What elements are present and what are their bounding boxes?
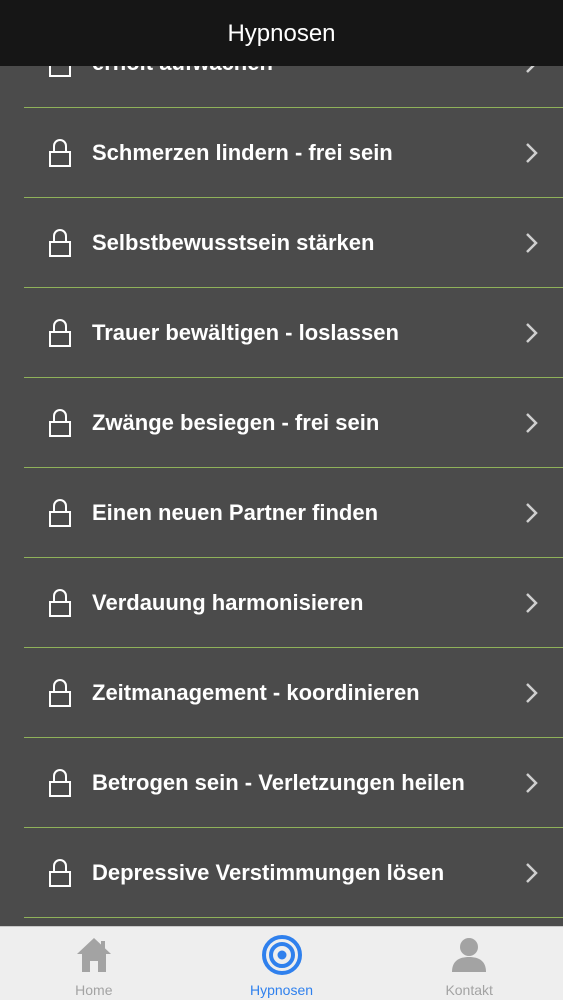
list-item-label: Trauer bewältigen - loslassen	[92, 319, 399, 345]
lock-icon	[49, 589, 71, 617]
lock-icon	[49, 679, 71, 707]
list-item[interactable]: Zeitmanagement - koordinieren	[0, 648, 563, 738]
lock-icon	[49, 499, 71, 527]
screen: erholt aufwachen Schmerzen lindern - fre…	[0, 0, 563, 1000]
lock-icon	[49, 769, 71, 797]
list-item[interactable]: Depressive Verstimmungen lösen	[0, 828, 563, 918]
chevron-right-icon	[526, 323, 538, 343]
hypnosis-list[interactable]: erholt aufwachen Schmerzen lindern - fre…	[0, 0, 563, 926]
list-item[interactable]: Einen neuen Partner finden	[0, 468, 563, 558]
chevron-right-icon	[526, 773, 538, 793]
tab-kontakt[interactable]: Kontakt	[375, 927, 563, 1000]
tab-home[interactable]: Home	[0, 927, 188, 1000]
home-icon	[76, 938, 111, 972]
lock-icon	[49, 409, 71, 437]
list-item[interactable]: Betrogen sein - Verletzungen heilen	[0, 738, 563, 828]
list-item-label: Zwänge besiegen - frei sein	[92, 409, 380, 435]
list-item[interactable]: Zwänge besiegen - frei sein	[0, 378, 563, 468]
lock-icon	[49, 859, 71, 887]
tab-hypnosen-label: Hypnosen	[249, 982, 314, 998]
list-item[interactable]: Verdauung harmonisieren	[0, 558, 563, 648]
list-item-label: Depressive Verstimmungen lösen	[92, 859, 445, 885]
navigation-bar: Hypnosen	[0, 0, 563, 66]
list-item[interactable]: Trauer bewältigen - loslassen	[0, 288, 563, 378]
list-item-label: Selbstbewusstsein stärken	[92, 229, 375, 255]
list-item[interactable]: Selbstbewusstsein stärken	[0, 198, 563, 288]
chevron-right-icon	[526, 593, 538, 613]
divider	[24, 917, 563, 918]
tab-kontakt-label: Kontakt	[445, 982, 493, 998]
lock-icon	[49, 319, 71, 347]
page-title: Hypnosen	[227, 20, 336, 47]
list-item[interactable]: Schmerzen lindern - frei sein	[0, 108, 563, 198]
list-item-label: Einen neuen Partner finden	[92, 499, 379, 525]
chevron-right-icon	[526, 863, 538, 883]
lock-icon	[49, 229, 71, 257]
tab-hypnosen[interactable]: Hypnosen	[188, 927, 376, 1000]
target-icon	[261, 935, 302, 975]
person-icon	[452, 938, 487, 972]
chevron-right-icon	[526, 683, 538, 703]
tab-home-label: Home	[75, 982, 113, 998]
chevron-right-icon	[526, 413, 538, 433]
chevron-right-icon	[526, 143, 538, 163]
tab-bar: Home Hypnosen Kontakt	[0, 926, 563, 1000]
list-item-label: Schmerzen lindern - frei sein	[92, 139, 393, 165]
chevron-right-icon	[526, 503, 538, 523]
chevron-right-icon	[526, 233, 538, 253]
list-item-label: Zeitmanagement - koordinieren	[92, 679, 420, 705]
list-item-label: Verdauung harmonisieren	[92, 589, 364, 615]
list-item-label: Betrogen sein - Verletzungen heilen	[92, 769, 465, 795]
lock-icon	[49, 139, 71, 167]
